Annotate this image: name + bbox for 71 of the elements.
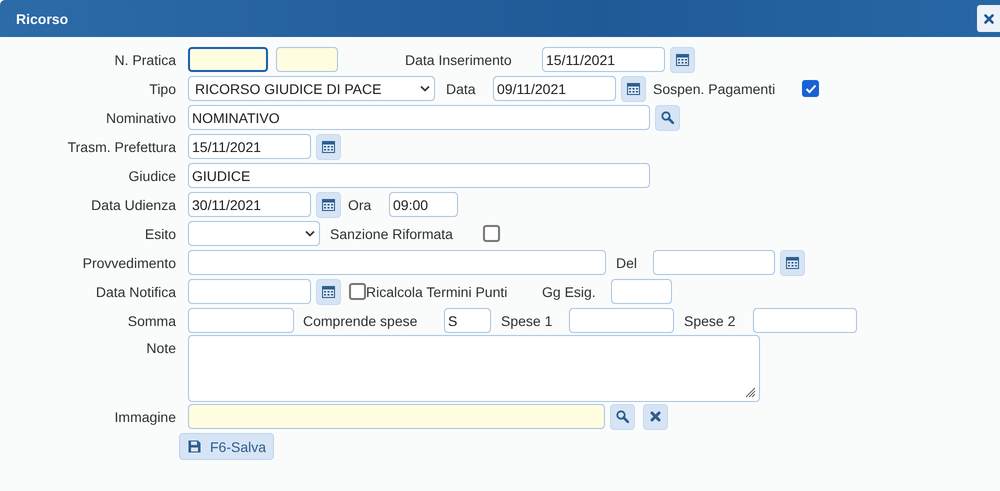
check-icon bbox=[804, 84, 816, 94]
date-field[interactable]: 15/11/2021 bbox=[542, 47, 665, 72]
input-field[interactable]: 09:00 bbox=[389, 192, 458, 217]
calendar-button[interactable] bbox=[780, 250, 805, 276]
input-field[interactable]: GIUDICE bbox=[188, 163, 650, 188]
checkbox[interactable] bbox=[349, 283, 366, 300]
field-label: Trasm. Prefettura bbox=[66, 138, 176, 154]
field-label: Gg Esig. bbox=[542, 284, 596, 300]
input-field[interactable] bbox=[188, 250, 606, 275]
date-field[interactable] bbox=[653, 250, 775, 275]
field-label: Sanzione Riformata bbox=[330, 226, 453, 242]
field-label: Somma bbox=[126, 312, 176, 328]
date-field[interactable]: 30/11/2021 bbox=[188, 192, 311, 217]
close-button[interactable] bbox=[977, 5, 1000, 32]
field-label: Data Inserimento bbox=[405, 52, 512, 68]
field-label: Data Notifica bbox=[94, 284, 176, 300]
field-label: N. Pratica bbox=[114, 52, 176, 68]
calendar-button[interactable] bbox=[316, 192, 341, 218]
window-title: Ricorso bbox=[16, 10, 68, 26]
close-icon bbox=[984, 14, 994, 24]
calendar-icon bbox=[322, 140, 335, 152]
date-field[interactable] bbox=[188, 279, 311, 304]
chevron-icon bbox=[420, 85, 430, 92]
input-field[interactable] bbox=[188, 404, 605, 429]
field-label: Del bbox=[616, 254, 638, 270]
field-label: Spese 2 bbox=[684, 312, 736, 328]
field-label: Note bbox=[145, 339, 176, 356]
field-label: Esito bbox=[144, 226, 176, 242]
search-button[interactable] bbox=[610, 404, 635, 430]
checkbox[interactable] bbox=[802, 80, 819, 97]
date-field[interactable]: 09/11/2021 bbox=[493, 76, 616, 101]
calendar-icon bbox=[676, 54, 689, 66]
input-field[interactable] bbox=[188, 47, 268, 72]
close-icon bbox=[650, 411, 661, 422]
field-label: Provvedimento bbox=[82, 254, 176, 270]
resize-grip-icon[interactable] bbox=[744, 386, 756, 398]
field-label: Tipo bbox=[148, 80, 176, 96]
chevron-icon bbox=[305, 230, 315, 237]
save-button[interactable]: F6-Salva bbox=[179, 433, 274, 460]
clear-button[interactable] bbox=[643, 404, 668, 430]
field-label: Nominativo bbox=[104, 110, 176, 126]
field-label: Ricalcola Termini Punti bbox=[366, 284, 508, 300]
date-field[interactable]: 15/11/2021 bbox=[188, 134, 311, 159]
field-label: Comprende spese bbox=[303, 312, 418, 328]
search-button[interactable] bbox=[655, 104, 680, 130]
input-field[interactable] bbox=[753, 308, 857, 333]
calendar-icon bbox=[627, 82, 640, 94]
field-label: Giudice bbox=[128, 168, 176, 184]
field-label: Spese 1 bbox=[501, 312, 552, 328]
calendar-icon bbox=[322, 198, 335, 210]
checkbox[interactable] bbox=[483, 225, 500, 242]
calendar-button[interactable] bbox=[670, 46, 695, 72]
field-label: Ora bbox=[348, 196, 372, 212]
input-field[interactable] bbox=[611, 279, 672, 304]
search-icon bbox=[661, 111, 674, 124]
calendar-button[interactable] bbox=[621, 76, 646, 102]
input-field[interactable]: NOMINATIVO bbox=[188, 105, 650, 130]
input-field[interactable] bbox=[276, 47, 338, 72]
search-icon bbox=[616, 410, 629, 423]
field-label: Immagine bbox=[114, 408, 176, 424]
dropdown[interactable]: RICORSO GIUDICE DI PACE bbox=[188, 76, 435, 101]
field-label: Data Udienza bbox=[90, 196, 176, 212]
calendar-button[interactable] bbox=[316, 134, 341, 160]
input-field[interactable] bbox=[188, 308, 294, 333]
calendar-button[interactable] bbox=[316, 278, 341, 304]
field-label: Sospen. Pagamenti bbox=[653, 80, 776, 96]
input-field[interactable] bbox=[569, 308, 674, 333]
input-field[interactable]: S bbox=[444, 308, 491, 333]
field-label: Data bbox=[446, 80, 476, 96]
calendar-icon bbox=[322, 286, 335, 298]
calendar-icon bbox=[786, 256, 799, 268]
